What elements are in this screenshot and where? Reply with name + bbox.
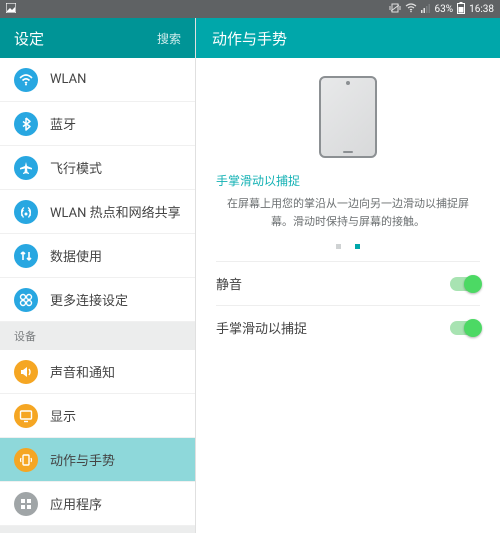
sidebar-item-label: 蓝牙 [50,114,76,133]
dot-2[interactable] [355,244,360,249]
signal-icon [421,3,431,16]
sound-icon [14,360,38,384]
sidebar-item-data[interactable]: 数据使用 [0,234,195,278]
sidebar-item-motion[interactable]: 动作与手势 [0,438,195,482]
sidebar-item-label: WLAN 热点和网络共享 [50,202,181,221]
status-bar: 63% 16:38 [0,0,500,18]
sidebar-item-hotspot[interactable]: WLAN 热点和网络共享 [0,190,195,234]
sidebar-item-label: 应用程序 [50,494,102,513]
sidebar-item-label: 更多连接设定 [50,290,128,309]
tip-text: 在屏幕上用您的掌沿从一边向另一边滑动以捕捉屏幕。滑动时保持与屏幕的接触。 [216,195,480,230]
sidebar-item-sound[interactable]: 声音和通知 [0,350,195,394]
sidebar-item-label: 飞行模式 [50,158,102,177]
illustration [216,76,480,158]
settings-sidebar: 设定 搜索 WLAN 蓝牙飞行模式 WLAN 热点和网络共享数据使用更多连接设定 设… [0,18,196,533]
dot-1[interactable] [336,244,341,249]
main-pane: 动作与手势 手掌滑动以捕捉 在屏幕上用您的掌沿从一边向另一边滑动以捕捉屏幕。滑动… [196,18,500,533]
display-icon [14,404,38,428]
toggle-label: 静音 [216,274,242,293]
battery-percent: 63% [435,4,454,15]
more-icon [14,288,38,312]
motion-icon [14,448,38,472]
main-title: 动作与手势 [196,18,500,58]
sidebar-item-airplane[interactable]: 飞行模式 [0,146,195,190]
sidebar-item-label: 声音和通知 [50,362,115,381]
sidebar-item-label: 显示 [50,406,76,425]
sidebar-list: WLAN 蓝牙飞行模式 WLAN 热点和网络共享数据使用更多连接设定 设备 声音和通… [0,58,195,533]
wifi-icon [405,3,417,16]
toggle-switch[interactable] [450,321,480,335]
page-indicator[interactable] [216,244,480,249]
hotspot-icon [14,200,38,224]
toggle-row-0[interactable]: 静音 [216,261,480,305]
wifi-icon [14,68,38,92]
sidebar-item-apps[interactable]: 应用程序 [0,482,195,526]
apps-icon [14,492,38,516]
bluetooth-icon [14,112,38,136]
battery-icon [457,2,465,17]
sidebar-item-label: WLAN [50,72,86,87]
toggle-switch[interactable] [450,277,480,291]
picture-icon [6,3,16,16]
sidebar-item-display[interactable]: 显示 [0,394,195,438]
sidebar-item-bluetooth[interactable]: 蓝牙 [0,102,195,146]
sidebar-header: 设定 搜索 [0,18,195,58]
data-icon [14,244,38,268]
sidebar-item-label: 动作与手势 [50,450,115,469]
clock: 16:38 [469,4,494,15]
tip-title: 手掌滑动以捕捉 [216,172,480,189]
sidebar-title: 设定 [14,28,157,49]
section-device: 设备 [0,322,195,350]
airplane-icon [14,156,38,180]
toggle-label: 手掌滑动以捕捉 [216,318,307,337]
sidebar-item-more[interactable]: 更多连接设定 [0,278,195,322]
sidebar-item-label: 数据使用 [50,246,102,265]
vibrate-icon [389,3,401,16]
section-personal: 个人 [0,526,195,533]
sidebar-item-wifi[interactable]: WLAN [0,58,195,102]
search-button[interactable]: 搜索 [157,30,181,47]
toggle-row-1[interactable]: 手掌滑动以捕捉 [216,305,480,349]
